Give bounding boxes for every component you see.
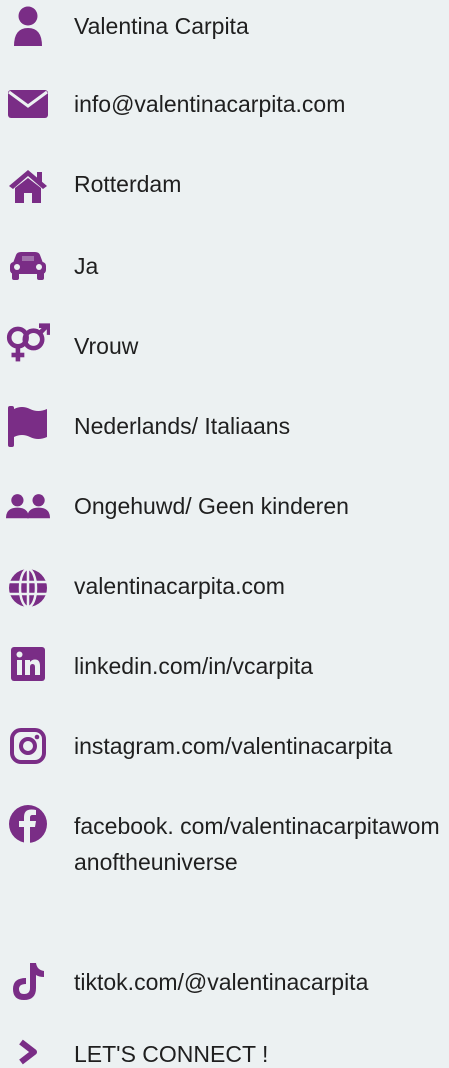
- driver-license-text: Ja: [74, 253, 99, 279]
- linkedin-icon: [6, 642, 50, 686]
- globe-icon: [6, 566, 50, 610]
- facebook-icon: [6, 802, 50, 846]
- tiktok-icon: [6, 960, 50, 1004]
- instagram-icon: [6, 724, 50, 768]
- website-link[interactable]: valentinacarpita.com: [74, 568, 285, 604]
- car-icon: [6, 244, 50, 288]
- languages-text: Nederlands/ Italiaans: [74, 413, 291, 439]
- lets-connect-text[interactable]: LET'S CONNECT !: [74, 1036, 268, 1068]
- instagram-link[interactable]: instagram.com/valentinacarpita: [74, 728, 392, 764]
- facebook-link[interactable]: facebook. com/valentinacarpitawomanofthe…: [74, 808, 446, 880]
- flag-icon: [6, 404, 50, 448]
- gender-icon: [6, 322, 50, 366]
- gender-text: Vrouw: [74, 333, 139, 359]
- users-icon: [6, 484, 50, 528]
- marital-status-text: Ongehuwd/ Geen kinderen: [74, 493, 349, 519]
- email-link[interactable]: info@valentinacarpita.com: [74, 86, 345, 122]
- city-text: Rotterdam: [74, 171, 182, 197]
- home-icon: [6, 164, 50, 208]
- chevron-right-icon: [6, 1030, 50, 1068]
- user-icon: [6, 4, 50, 48]
- linkedin-link[interactable]: linkedin.com/in/vcarpita: [74, 648, 313, 684]
- envelope-icon: [6, 82, 50, 126]
- tiktok-link[interactable]: tiktok.com/@valentinacarpita: [74, 964, 368, 1000]
- name-text: Valentina Carpita: [74, 13, 249, 39]
